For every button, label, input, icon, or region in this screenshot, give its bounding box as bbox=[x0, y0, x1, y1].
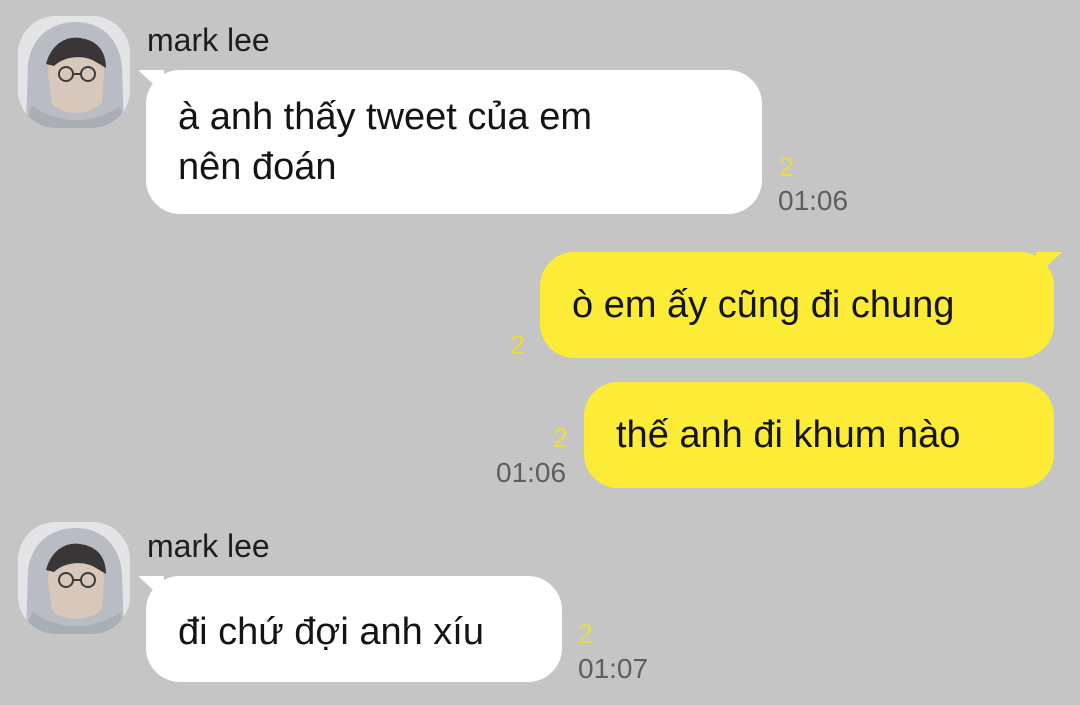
bubble-tail bbox=[138, 576, 164, 600]
message-text: đi chứ đợi anh xíu bbox=[178, 611, 484, 653]
bubble-tail bbox=[1036, 252, 1062, 276]
message-text: à anh thấy tweet của em nên đoán bbox=[178, 96, 593, 188]
unread-count: 2 bbox=[578, 619, 594, 649]
unread-count: 2 bbox=[553, 423, 569, 453]
outgoing-message-bubble[interactable]: ò em ấy cũng đi chung bbox=[540, 252, 1062, 358]
message-time: 01:06 bbox=[496, 457, 567, 488]
profile-photo bbox=[18, 16, 130, 128]
message-text: thế anh đi khum nào bbox=[616, 414, 961, 456]
message-text: ò em ấy cũng đi chung bbox=[572, 284, 955, 326]
message-time: 01:06 bbox=[778, 185, 849, 216]
unread-count: 2 bbox=[779, 152, 795, 182]
profile-photo bbox=[18, 522, 130, 634]
sender-name: mark lee bbox=[147, 22, 270, 58]
incoming-message-bubble[interactable]: à anh thấy tweet của em nên đoán bbox=[138, 70, 762, 214]
bubble-tail bbox=[138, 70, 164, 94]
sender-name: mark lee bbox=[147, 528, 270, 564]
incoming-message-bubble[interactable]: đi chứ đợi anh xíu bbox=[138, 576, 562, 682]
avatar[interactable] bbox=[18, 522, 130, 634]
outgoing-message-bubble[interactable]: thế anh đi khum nào bbox=[584, 382, 1054, 488]
avatar[interactable] bbox=[18, 16, 130, 128]
message-time: 01:07 bbox=[578, 653, 649, 684]
unread-count: 2 bbox=[510, 330, 526, 360]
